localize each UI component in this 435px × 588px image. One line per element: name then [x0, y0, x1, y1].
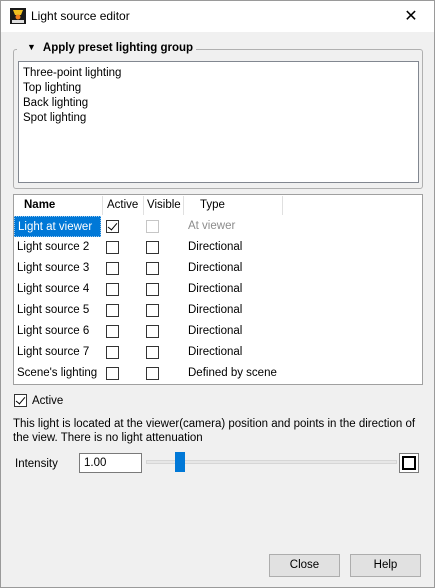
active-cell-checkbox[interactable] — [106, 367, 119, 380]
light-name-cell[interactable]: Light source 5 — [14, 300, 101, 321]
active-cell-checkbox[interactable] — [106, 241, 119, 254]
visible-cell-checkbox[interactable] — [146, 325, 159, 338]
preset-item-top[interactable]: Top lighting — [23, 81, 414, 96]
intensity-label: Intensity — [15, 458, 58, 470]
table-row[interactable]: Light source 2 Directional — [14, 237, 422, 258]
light-source-editor-window: Light source editor ✕ ▼ Apply preset lig… — [0, 0, 435, 588]
active-cell-checkbox[interactable] — [106, 346, 119, 359]
light-type-cell: Directional — [188, 262, 243, 274]
help-button[interactable]: Help — [350, 554, 421, 577]
active-cell-checkbox[interactable] — [106, 262, 119, 275]
visible-cell-checkbox — [146, 220, 159, 233]
close-button[interactable]: Close — [269, 554, 340, 577]
light-name-cell[interactable]: Light source 6 — [14, 321, 101, 342]
visible-cell-checkbox[interactable] — [146, 241, 159, 254]
column-header-visible[interactable]: Visible — [147, 195, 181, 216]
visible-cell-checkbox[interactable] — [146, 262, 159, 275]
light-type-cell: Defined by scene — [188, 367, 277, 379]
table-row[interactable]: Light source 4 Directional — [14, 279, 422, 300]
active-cell-checkbox[interactable] — [106, 304, 119, 317]
title-bar: Light source editor ✕ — [1, 1, 434, 32]
color-swatch-icon — [402, 456, 416, 470]
visible-cell-checkbox[interactable] — [146, 304, 159, 317]
light-color-button[interactable] — [399, 453, 419, 473]
preset-item-three-point[interactable]: Three-point lighting — [23, 66, 414, 81]
light-type-cell: Directional — [188, 346, 243, 358]
preset-group-header[interactable]: ▼ Apply preset lighting group — [17, 42, 197, 54]
column-header-active[interactable]: Active — [107, 195, 138, 216]
light-name-cell[interactable]: Light source 7 — [14, 342, 101, 363]
intensity-input[interactable]: 1.00 — [79, 453, 142, 473]
light-type-cell: Directional — [188, 304, 243, 316]
visible-cell-checkbox[interactable] — [146, 283, 159, 296]
column-header-name[interactable]: Name — [24, 195, 55, 216]
header-divider — [102, 196, 103, 215]
header-divider — [282, 196, 283, 215]
light-type-cell: At viewer — [188, 220, 236, 232]
light-type-cell: Directional — [188, 283, 243, 295]
table-row[interactable]: Light source 7 Directional — [14, 342, 422, 363]
app-logo-icon — [10, 8, 26, 24]
preset-group-title: Apply preset lighting group — [42, 42, 194, 54]
table-row[interactable]: Light source 3 Directional — [14, 258, 422, 279]
active-checkbox[interactable] — [14, 394, 27, 407]
light-type-cell: Directional — [188, 325, 243, 337]
preset-item-back[interactable]: Back lighting — [23, 96, 414, 111]
light-name-cell[interactable]: Light source 4 — [14, 279, 101, 300]
table-row[interactable]: Light source 5 Directional — [14, 300, 422, 321]
window-title: Light source editor — [31, 9, 130, 23]
triangle-down-icon[interactable]: ▼ — [27, 42, 36, 52]
light-name-cell[interactable]: Light source 3 — [14, 258, 101, 279]
light-description: This light is located at the viewer(came… — [13, 418, 416, 444]
visible-cell-checkbox[interactable] — [146, 346, 159, 359]
light-sources-table[interactable]: Name Active Visible Type Light at viewer… — [13, 194, 423, 385]
header-divider — [143, 196, 144, 215]
visible-cell-checkbox[interactable] — [146, 367, 159, 380]
close-icon[interactable]: ✕ — [388, 1, 434, 32]
table-row[interactable]: Light at viewer At viewer — [14, 216, 422, 237]
active-cell-checkbox[interactable] — [106, 325, 119, 338]
active-checkbox-label[interactable]: Active — [32, 394, 63, 408]
light-name-cell[interactable]: Scene's lighting — [14, 363, 101, 384]
light-name-cell[interactable]: Light at viewer — [14, 216, 101, 237]
active-cell-checkbox[interactable] — [106, 220, 119, 233]
active-cell-checkbox[interactable] — [106, 283, 119, 296]
column-header-type[interactable]: Type — [200, 195, 225, 216]
header-divider — [183, 196, 184, 215]
preset-list[interactable]: Three-point lighting Top lighting Back l… — [18, 61, 419, 183]
intensity-slider-thumb[interactable] — [174, 452, 185, 472]
table-row[interactable]: Light source 6 Directional — [14, 321, 422, 342]
light-name-cell[interactable]: Light source 2 — [14, 237, 101, 258]
preset-item-spot[interactable]: Spot lighting — [23, 111, 414, 126]
light-type-cell: Directional — [188, 241, 243, 253]
table-row[interactable]: Scene's lighting Defined by scene — [14, 363, 422, 384]
